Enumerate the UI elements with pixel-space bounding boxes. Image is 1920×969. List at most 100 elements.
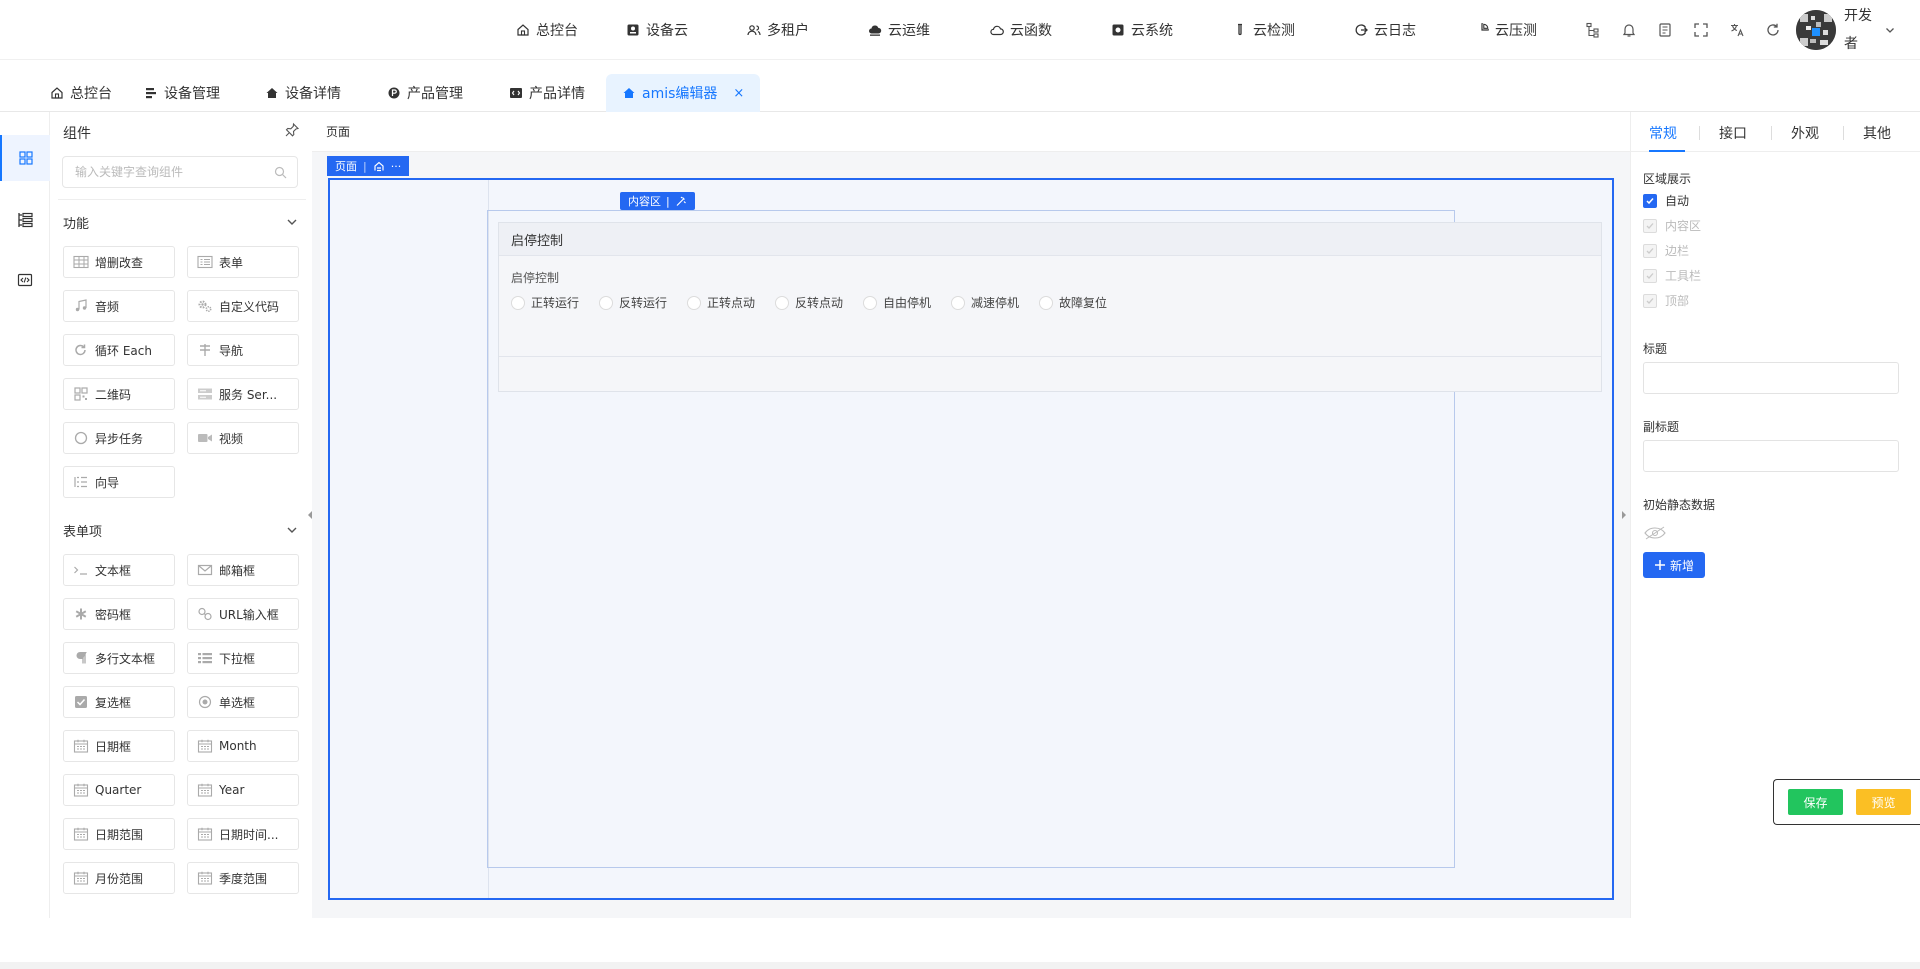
- nav-dashboard[interactable]: 总控台: [516, 20, 578, 40]
- radio-option[interactable]: 反转运行: [599, 294, 667, 311]
- preview-button[interactable]: 预览: [1856, 789, 1911, 815]
- component-datetime-range[interactable]: 日期时间...: [187, 818, 299, 850]
- page-toolbar-label[interactable]: 页面: [335, 158, 357, 174]
- nav-cloud-log[interactable]: 云日志: [1354, 20, 1416, 40]
- component-each[interactable]: 循环 Each: [63, 334, 175, 366]
- search-icon[interactable]: [274, 166, 287, 179]
- radio-option[interactable]: 减速停机: [951, 294, 1019, 311]
- component-qrcode[interactable]: 二维码: [63, 378, 175, 410]
- tab-product-detail[interactable]: 产品详情: [509, 75, 585, 111]
- chevron-down-icon[interactable]: [1884, 24, 1896, 36]
- tab-device-detail[interactable]: 设备详情: [265, 75, 341, 111]
- component-textarea[interactable]: 多行文本框: [63, 642, 175, 674]
- page-toolbar: 页面 | ···: [327, 156, 410, 176]
- tab-appearance[interactable]: 外观: [1791, 123, 1819, 143]
- breadcrumb: 页面: [312, 112, 1630, 152]
- avatar[interactable]: [1796, 10, 1836, 50]
- component-month[interactable]: Month: [187, 730, 299, 762]
- nav-cloud-function[interactable]: 云函数: [990, 20, 1052, 40]
- save-button[interactable]: 保存: [1788, 789, 1843, 815]
- close-icon[interactable]: ×: [733, 86, 744, 101]
- component-nav[interactable]: 导航: [187, 334, 299, 366]
- radio-circle: [599, 295, 613, 310]
- user-name[interactable]: 开发者: [1844, 2, 1874, 58]
- drag-move-icon[interactable]: [373, 161, 385, 172]
- rail-outline[interactable]: [0, 197, 50, 243]
- component-video[interactable]: 视频: [187, 422, 299, 454]
- subtitle-input[interactable]: [1644, 441, 1898, 471]
- radio-option[interactable]: 正转点动: [687, 294, 755, 311]
- region-checkbox-body[interactable]: 内容区: [1643, 217, 1701, 234]
- radio-option[interactable]: 故障复位: [1039, 294, 1107, 311]
- fullscreen-icon[interactable]: [1692, 21, 1710, 39]
- component-crud[interactable]: 增删改查: [63, 246, 175, 278]
- component-date-range[interactable]: 日期范围: [63, 818, 175, 850]
- home-icon: [50, 86, 64, 100]
- component-audio[interactable]: 音频: [63, 290, 175, 322]
- refresh-icon[interactable]: [1764, 21, 1782, 39]
- component-quarter-range[interactable]: 季度范围: [187, 862, 299, 894]
- cloud-ops-icon: [868, 23, 882, 37]
- component-text-input[interactable]: 文本框: [63, 554, 175, 586]
- tab-dashboard[interactable]: 总控台: [50, 75, 112, 111]
- tab-general[interactable]: 常规: [1649, 123, 1677, 143]
- pin-icon[interactable]: [284, 122, 300, 138]
- rail-components[interactable]: [0, 135, 50, 181]
- rail-code[interactable]: [0, 257, 50, 303]
- tab-api[interactable]: 接口: [1719, 123, 1747, 143]
- collapse-right-icon[interactable]: [1618, 500, 1630, 530]
- component-radio[interactable]: 单选框: [187, 686, 299, 718]
- tab-device-management[interactable]: 设备管理: [144, 75, 220, 111]
- magic-wand-icon[interactable]: [675, 196, 687, 207]
- component-month-range[interactable]: 月份范围: [63, 862, 175, 894]
- nav-cloud-test[interactable]: 云检测: [1233, 20, 1295, 40]
- nav-cloud-ops[interactable]: 云运维: [868, 20, 930, 40]
- component-async-task[interactable]: 异步任务: [63, 422, 175, 454]
- region-checkbox-auto[interactable]: 自动: [1643, 192, 1689, 209]
- radio-option[interactable]: 自由停机: [863, 294, 931, 311]
- card-footer-divider: [499, 356, 1601, 357]
- tab-product-management[interactable]: 产品管理: [387, 75, 463, 111]
- asterisk-icon: [73, 607, 89, 621]
- server-icon: [197, 387, 213, 401]
- component-custom-code[interactable]: 自定义代码: [187, 290, 299, 322]
- nav-device-cloud[interactable]: 设备云: [626, 20, 688, 40]
- component-service[interactable]: 服务 Ser...: [187, 378, 299, 410]
- translate-icon[interactable]: [1728, 21, 1746, 39]
- component-year[interactable]: Year: [187, 774, 299, 806]
- house-icon: [622, 86, 636, 100]
- region-checkbox-header[interactable]: 顶部: [1643, 292, 1689, 309]
- sitemap-icon[interactable]: [1584, 21, 1602, 39]
- radio-option[interactable]: 正转运行: [511, 294, 579, 311]
- component-select[interactable]: 下拉框: [187, 642, 299, 674]
- nav-cloud-system[interactable]: 云系统: [1111, 20, 1173, 40]
- nav-multi-tenant[interactable]: 多租户: [747, 20, 809, 40]
- nav-cloud-stress[interactable]: 云压测: [1475, 20, 1537, 40]
- title-input[interactable]: [1644, 363, 1898, 393]
- content-region-title[interactable]: 内容区: [628, 193, 661, 209]
- add-data-button[interactable]: 新增: [1643, 552, 1705, 578]
- component-quarter[interactable]: Quarter: [63, 774, 175, 806]
- component-wizard[interactable]: 向导: [63, 466, 175, 498]
- component-form[interactable]: 表单: [187, 246, 299, 278]
- region-checkbox-aside[interactable]: 边栏: [1643, 242, 1689, 259]
- section-function[interactable]: 功能: [63, 212, 299, 232]
- bell-icon[interactable]: [1620, 21, 1638, 39]
- breadcrumb-item[interactable]: 页面: [326, 123, 350, 140]
- tab-other[interactable]: 其他: [1863, 123, 1891, 143]
- more-actions[interactable]: ···: [391, 160, 402, 173]
- region-checkbox-toolbar[interactable]: 工具栏: [1643, 267, 1701, 284]
- radio-option[interactable]: 反转点动: [775, 294, 843, 311]
- component-url-input[interactable]: URL输入框: [187, 598, 299, 630]
- component-password-input[interactable]: 密码框: [63, 598, 175, 630]
- toolbar-separator: |: [363, 159, 367, 173]
- section-form-items[interactable]: 表单项: [63, 520, 299, 540]
- tab-amis-editor[interactable]: amis编辑器 ×: [606, 74, 761, 112]
- book-icon[interactable]: [1656, 21, 1674, 39]
- start-stop-card[interactable]: 启停控制 启停控制 正转运行 反转运行 正转点动 反转点动 自由停机 减速停机 …: [498, 222, 1602, 392]
- component-email-input[interactable]: 邮箱框: [187, 554, 299, 586]
- component-date[interactable]: 日期框: [63, 730, 175, 762]
- component-search-input[interactable]: [63, 157, 263, 187]
- component-checkbox[interactable]: 复选框: [63, 686, 175, 718]
- eye-icon[interactable]: [1643, 526, 1667, 540]
